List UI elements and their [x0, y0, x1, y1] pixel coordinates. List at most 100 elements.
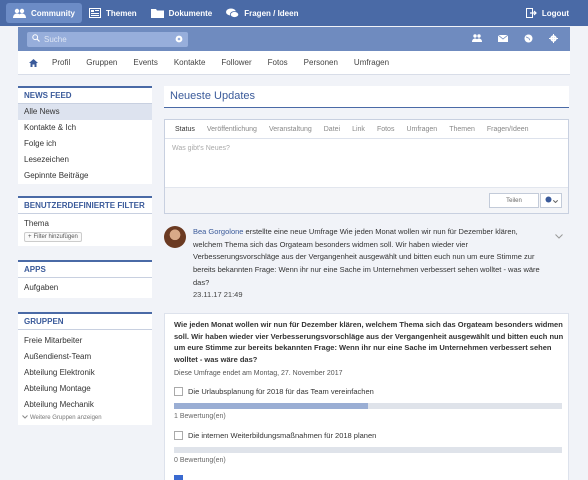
plus-icon: + [28, 234, 32, 240]
globe-small-icon [545, 196, 552, 205]
subnav-fotos[interactable]: Fotos [260, 58, 296, 67]
nav-dokumente[interactable]: Dokumente [144, 0, 220, 26]
nav-themen[interactable]: Themen [82, 0, 144, 26]
tab-veranstaltung[interactable]: Veranstaltung [263, 126, 318, 133]
poll-option-checkbox[interactable] [174, 387, 183, 396]
post-text: Bea Gorgolone erstellte eine neue Umfrag… [193, 226, 543, 290]
apps-section: APPS Aufgaben [18, 260, 152, 298]
sidebar-item-lesezeichen[interactable]: Lesezeichen [18, 152, 152, 168]
groups-title: GRUPPEN [18, 312, 152, 330]
main-content: Neueste Updates Status Veröffentlichung … [164, 86, 569, 301]
poll-option-bar [174, 447, 562, 453]
poll-option-votes: 1 Bewertung(en) [174, 413, 226, 420]
subnav-profil[interactable]: Profil [44, 58, 78, 67]
poll-option-checkbox[interactable] [174, 475, 183, 480]
more-groups-label: Weitere Gruppen anzeigen [30, 415, 102, 421]
status-input[interactable] [165, 139, 568, 185]
sidebar-item-aufgaben[interactable]: Aufgaben [18, 278, 152, 298]
feed-post: Bea Gorgolone erstellte eine neue Umfrag… [164, 226, 569, 301]
nav-dokumente-label: Dokumente [168, 8, 213, 18]
profile-subnav: Profil Gruppen Events Kontakte Follower … [18, 51, 570, 75]
nav-community[interactable]: Community [6, 3, 82, 23]
sidebar-item-abteilung-mechanik[interactable]: Abteilung Mechanik [18, 397, 152, 413]
subnav-umfragen[interactable]: Umfragen [346, 58, 397, 67]
post-composer: Status Veröffentlichung Veranstaltung Da… [164, 119, 569, 214]
poll-option-votes: 0 Bewertung(en) [174, 457, 226, 464]
visibility-dropdown[interactable] [540, 193, 562, 208]
folder-icon [150, 8, 164, 18]
tab-fotos[interactable]: Fotos [371, 126, 401, 133]
post-menu-chevron-icon[interactable] [555, 232, 563, 241]
sidebar-item-aussendienst-team[interactable]: Außendienst-Team [18, 349, 152, 365]
chevron-down-icon [552, 196, 558, 205]
add-filter-label: Filter hinzufügen [33, 234, 78, 240]
sidebar-item-thema[interactable]: Thema [18, 214, 152, 230]
poll-option: Die internen Weiterbildungsmaßnahmen für… [174, 431, 562, 464]
nav-community-label: Community [31, 8, 75, 18]
author-avatar[interactable] [164, 226, 186, 248]
post-body: erstellte eine neue Umfrage Wie jeden Mo… [193, 227, 540, 287]
sidebar-item-abteilung-montage[interactable]: Abteilung Montage [18, 381, 152, 397]
poll-option-checkbox[interactable] [174, 431, 183, 440]
post-author-link[interactable]: Bea Gorgolone [193, 227, 243, 236]
share-button[interactable]: Teilen [489, 193, 539, 208]
nav-themen-label: Themen [106, 8, 137, 18]
band-icons [472, 27, 558, 51]
search-icon [32, 34, 40, 44]
sidebar-item-gepinnte-beitraege[interactable]: Gepinnte Beiträge [18, 168, 152, 184]
page-title: Neueste Updates [164, 86, 569, 108]
newsfeed-section: NEWS FEED Alle News Kontakte & Ich Folge… [18, 86, 152, 184]
groups-section: GRUPPEN Freie Mitarbeiter Außendienst-Te… [18, 312, 152, 425]
home-icon[interactable] [27, 58, 44, 67]
tab-fragen-ideen[interactable]: Fragen/Ideen [481, 126, 535, 133]
poll-card: Wie jeden Monat wollen wir nun für Dezem… [164, 313, 569, 480]
tab-veroeffentlichung[interactable]: Veröffentlichung [201, 126, 263, 133]
poll-option: Die Urlaubsplanung für 2018 für das Team… [174, 387, 562, 420]
chevron-down-icon [22, 415, 28, 421]
apps-title: APPS [18, 260, 152, 278]
poll-end-date: Diese Umfrage endet am Montag, 27. Novem… [174, 370, 343, 377]
search-input[interactable] [44, 34, 174, 44]
composer-footer: Teilen [165, 187, 568, 213]
tab-status[interactable]: Status [169, 126, 201, 133]
poll-option-label: Die Urlaubsplanung für 2018 für das Team… [188, 387, 374, 396]
sidebar-item-abteilung-elektronik[interactable]: Abteilung Elektronik [18, 365, 152, 381]
logout-button[interactable]: Logout [519, 0, 576, 26]
community-icon [13, 8, 26, 18]
subnav-gruppen[interactable]: Gruppen [78, 58, 125, 67]
more-groups-link[interactable]: Weitere Gruppen anzeigen [18, 413, 152, 425]
poll-option-label: Die internen Weiterbildungsmaßnahmen für… [188, 431, 377, 440]
sidebar-item-kontakte-ich[interactable]: Kontakte & Ich [18, 120, 152, 136]
top-navigation: Community Themen Dokumente Fragen / Idee… [0, 0, 588, 26]
post-timestamp: 23.11.17 21:49 [193, 290, 243, 299]
globe-icon[interactable] [524, 34, 533, 45]
sidebar-item-freie-mitarbeiter[interactable]: Freie Mitarbeiter [18, 333, 152, 349]
logout-label: Logout [541, 8, 569, 18]
tab-umfragen[interactable]: Umfragen [400, 126, 443, 133]
tab-datei[interactable]: Datei [318, 126, 346, 133]
subnav-follower[interactable]: Follower [213, 58, 259, 67]
topics-icon [89, 8, 101, 18]
tab-themen[interactable]: Themen [443, 126, 481, 133]
logout-icon [525, 8, 537, 18]
filter-section: BENUTZERDEFINIERTE FILTER Thema + Filter… [18, 196, 152, 246]
add-filter-button[interactable]: + Filter hinzufügen [24, 232, 82, 242]
composer-tabs: Status Veröffentlichung Veranstaltung Da… [165, 120, 568, 139]
gear-icon[interactable] [549, 33, 558, 45]
tab-link[interactable]: Link [346, 126, 371, 133]
subnav-events[interactable]: Events [125, 58, 165, 67]
search-box [27, 31, 188, 47]
subnav-kontakte[interactable]: Kontakte [166, 58, 214, 67]
users-icon[interactable] [472, 34, 482, 44]
nav-fragen-ideen[interactable]: Fragen / Ideen [219, 0, 305, 26]
filter-title: BENUTZERDEFINIERTE FILTER [18, 196, 152, 214]
subnav-personen[interactable]: Personen [296, 58, 346, 67]
sidebar-item-alle-news[interactable]: Alle News [18, 104, 152, 120]
sidebar-item-folge-ich[interactable]: Folge ich [18, 136, 152, 152]
newsfeed-title: NEWS FEED [18, 86, 152, 104]
search-options-icon[interactable] [175, 35, 183, 45]
chat-icon [226, 8, 240, 19]
poll-option [174, 475, 562, 480]
nav-fragen-ideen-label: Fragen / Ideen [244, 8, 299, 18]
mail-icon[interactable] [497, 34, 509, 44]
